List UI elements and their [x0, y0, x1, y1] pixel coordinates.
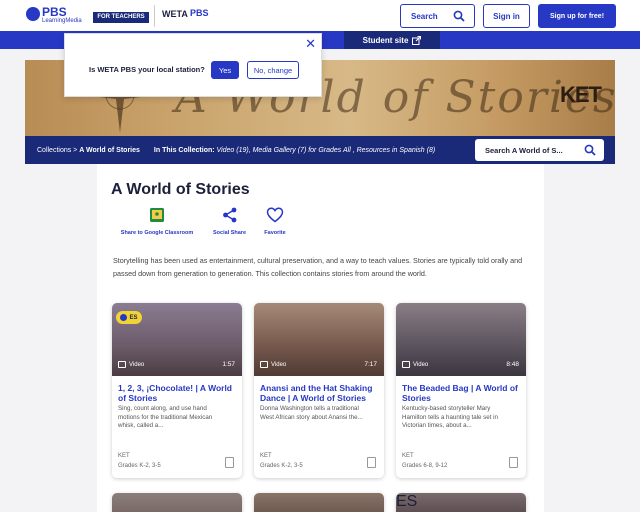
- card-grades: Grades K-2, 3-5: [118, 463, 161, 469]
- resource-card[interactable]: Video 7:17 Anansi and the Hat Shaking Da…: [254, 303, 384, 478]
- resource-card[interactable]: [254, 493, 384, 512]
- spanish-badge: ES: [116, 311, 142, 324]
- resource-card[interactable]: [112, 493, 242, 512]
- card-source: KET: [118, 453, 130, 459]
- card-title[interactable]: 1, 2, 3, ¡Chocolate! | A World of Storie…: [118, 383, 236, 403]
- popup-change-button[interactable]: No, change: [247, 61, 299, 79]
- video-duration: 1:57: [222, 361, 235, 368]
- badge-label: ES: [396, 493, 418, 510]
- in-collection-links[interactable]: Video (19), Media Gallery (7) for Grades…: [217, 147, 436, 154]
- breadcrumb: Collections > A World of Stories: [37, 147, 140, 154]
- social-share-label: Social Share: [212, 230, 247, 236]
- video-icon: [260, 361, 268, 368]
- video-icon: [402, 361, 410, 368]
- badge-label: ES: [129, 314, 138, 321]
- collection-description: Storytelling has been used as entertainm…: [113, 256, 523, 278]
- share-google-classroom-button[interactable]: Share to Google Classroom: [117, 206, 197, 236]
- page-title: A World of Stories: [111, 181, 250, 198]
- popup-yes-button[interactable]: Yes: [211, 61, 239, 79]
- video-duration: 7:17: [364, 361, 377, 368]
- google-classroom-icon: [150, 208, 164, 222]
- document-icon: [367, 457, 376, 468]
- pbs-logo-icon: [26, 7, 40, 21]
- card-grades: Grades 6-8, 9-12: [402, 463, 448, 469]
- external-link-icon: [412, 35, 422, 45]
- favorite-label: Favorite: [264, 230, 286, 236]
- search-icon[interactable]: [584, 144, 596, 156]
- video-type-label: Video: [118, 361, 144, 368]
- card-description: Sing, count along, and use hand motions …: [118, 405, 213, 429]
- collection-bar: Collections > A World of Stories In This…: [25, 136, 615, 164]
- search-icon: [453, 10, 465, 22]
- card-title[interactable]: Anansi and the Hat Shaking Dance | A Wor…: [260, 383, 378, 403]
- close-icon[interactable]: ✕: [305, 37, 316, 50]
- heart-icon: [266, 207, 284, 223]
- video-type-label: Video: [260, 361, 286, 368]
- pbs-learningmedia-logo[interactable]: PBS LearningMedia: [26, 5, 88, 27]
- sign-up-button[interactable]: Sign up for free!: [538, 4, 616, 28]
- video-duration: 8:48: [506, 361, 519, 368]
- social-share-button[interactable]: Social Share: [207, 206, 252, 236]
- search-button[interactable]: Search: [400, 4, 475, 28]
- card-type: Video: [413, 361, 429, 368]
- badge-dot-icon: [120, 314, 128, 321]
- video-icon: [118, 361, 126, 368]
- header-divider: [154, 5, 155, 27]
- resource-card[interactable]: ES Video 1:57 1, 2, 3, ¡Chocolate! | A W…: [112, 303, 242, 478]
- for-teachers-badge: FOR TEACHERS: [93, 12, 149, 23]
- logo-sub-text: LearningMedia: [42, 18, 82, 24]
- resource-card[interactable]: Video 8:48 The Beaded Bag | A World of S…: [396, 303, 526, 478]
- spanish-badge: ES: [396, 493, 526, 511]
- breadcrumb-current: A World of Stories: [79, 146, 140, 154]
- collection-content: A World of Stories Share to Google Class…: [97, 164, 544, 512]
- card-source: KET: [402, 453, 414, 459]
- station-pbs-logo: PBS: [190, 8, 209, 18]
- collection-search-placeholder: Search A World of S...: [485, 145, 563, 155]
- document-icon: [509, 457, 518, 468]
- card-title[interactable]: The Beaded Bag | A World of Stories: [402, 383, 520, 403]
- search-label: Search: [411, 11, 438, 21]
- video-type-label: Video: [402, 361, 428, 368]
- card-type: Video: [129, 361, 145, 368]
- card-description: Kentucky-based storyteller Mary Hamilton…: [402, 405, 498, 429]
- resource-card[interactable]: ES: [396, 493, 526, 512]
- card-type: Video: [271, 361, 287, 368]
- breadcrumb-collections[interactable]: Collections >: [37, 147, 77, 154]
- logo-pbs-text: PBS: [42, 5, 67, 19]
- card-description: Donna Washington tells a traditional Wes…: [260, 405, 363, 421]
- sign-in-button[interactable]: Sign in: [483, 4, 530, 28]
- station-logo[interactable]: WETA: [162, 9, 188, 19]
- popup-question: Is WETA PBS your local station?: [89, 65, 205, 74]
- document-icon: [225, 457, 234, 468]
- student-site-link[interactable]: Student site: [344, 31, 440, 49]
- ket-logo: KET: [560, 82, 602, 107]
- share-icon: [222, 207, 236, 223]
- share-google-classroom-label: Share to Google Classroom: [120, 230, 194, 236]
- favorite-button[interactable]: Favorite: [257, 206, 293, 236]
- student-site-label: Student site: [362, 35, 409, 45]
- in-this-collection: In This Collection: Video (19), Media Ga…: [154, 147, 435, 154]
- card-grades: Grades K-2, 3-5: [260, 463, 303, 469]
- collection-search-input[interactable]: Search A World of S...: [475, 139, 604, 161]
- local-station-popup: ✕ Is WETA PBS your local station? Yes No…: [64, 33, 322, 97]
- card-source: KET: [260, 453, 272, 459]
- in-collection-label: In This Collection:: [153, 146, 215, 154]
